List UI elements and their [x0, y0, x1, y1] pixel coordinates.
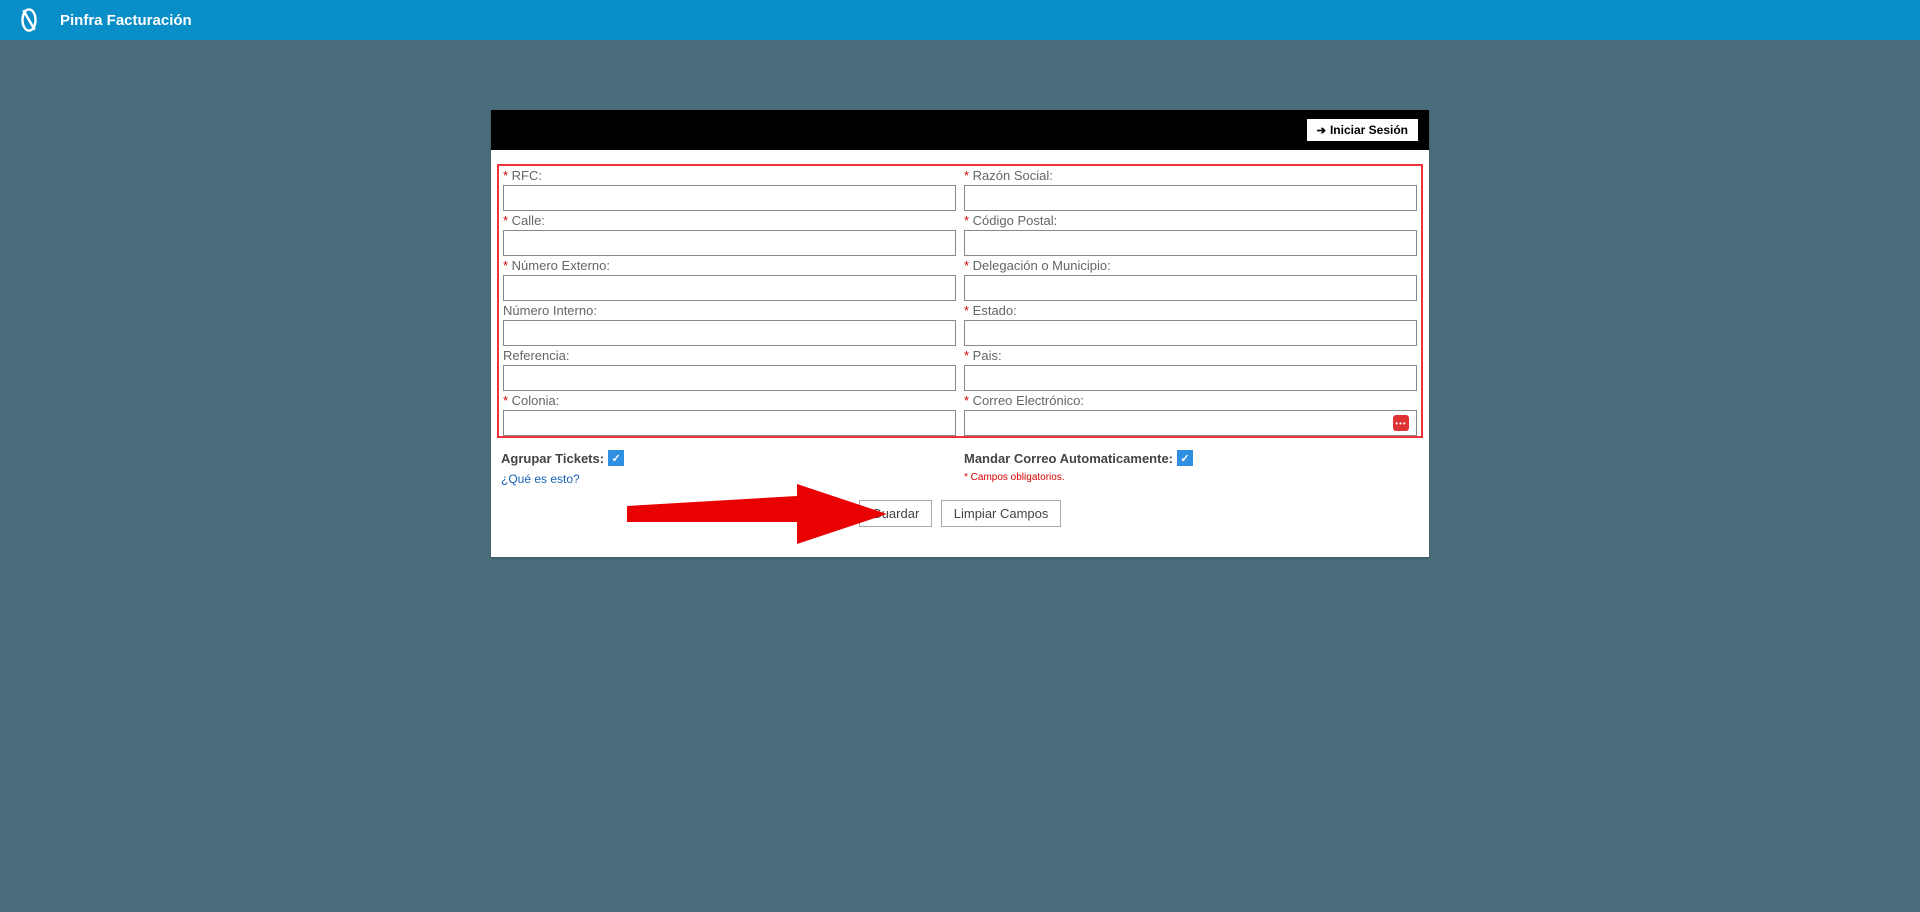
agrupar-tickets-row: Agrupar Tickets:: [501, 450, 956, 466]
field-label-deleg: * Delegación o Municipio:: [964, 258, 1417, 273]
password-manager-badge-icon[interactable]: •••: [1393, 415, 1409, 431]
field-label-calle: * Calle:: [503, 213, 956, 228]
field-label-pais: * Pais:: [964, 348, 1417, 363]
help-link[interactable]: ¿Qué es esto?: [501, 472, 956, 486]
field-label-numint: Número Interno:: [503, 303, 956, 318]
form-actions: Guardar Limpiar Campos: [497, 500, 1423, 527]
colonia-input[interactable]: [503, 410, 956, 436]
mandar-correo-checkbox[interactable]: [1177, 450, 1193, 466]
numext-input[interactable]: [503, 275, 956, 301]
rfc-input[interactable]: [503, 185, 956, 211]
annotation-arrow-icon: [627, 484, 887, 544]
field-label-colonia: * Colonia:: [503, 393, 956, 408]
login-button-label: Iniciar Sesión: [1330, 123, 1408, 137]
field-label-numext: * Número Externo:: [503, 258, 956, 273]
app-title: Pinfra Facturación: [60, 12, 192, 29]
correo-input[interactable]: [964, 410, 1417, 436]
customer-form: * RFC: * Razón Social: * Calle: * Código Po…: [497, 164, 1423, 438]
field-label-razon: * Razón Social:: [964, 168, 1417, 183]
estado-input[interactable]: [964, 320, 1417, 346]
field-label-cp: * Código Postal:: [964, 213, 1417, 228]
field-label-rfc: * RFC:: [503, 168, 956, 183]
razon-input[interactable]: [964, 185, 1417, 211]
required-fields-note: * Campos obligatorios.: [964, 472, 1419, 483]
mandar-correo-row: Mandar Correo Automaticamente:: [964, 450, 1419, 466]
login-button[interactable]: ➔ Iniciar Sesión: [1306, 118, 1419, 142]
limpiar-button[interactable]: Limpiar Campos: [941, 500, 1062, 527]
ref-input[interactable]: [503, 365, 956, 391]
guardar-button[interactable]: Guardar: [859, 500, 933, 527]
signin-arrow-icon: ➔: [1317, 124, 1326, 137]
calle-input[interactable]: [503, 230, 956, 256]
deleg-input[interactable]: [964, 275, 1417, 301]
brand-logo-icon: [16, 7, 42, 33]
agrupar-tickets-checkbox[interactable]: [608, 450, 624, 466]
field-label-ref: Referencia:: [503, 348, 956, 363]
field-label-correo: * Correo Electrónico:: [964, 393, 1417, 408]
top-bar: Pinfra Facturación: [0, 0, 1920, 40]
agrupar-tickets-label: Agrupar Tickets:: [501, 451, 604, 466]
pais-input[interactable]: [964, 365, 1417, 391]
numint-input[interactable]: [503, 320, 956, 346]
mandar-correo-label: Mandar Correo Automaticamente:: [964, 451, 1173, 466]
panel-header-bar: ➔ Iniciar Sesión: [491, 110, 1429, 150]
field-label-estado: * Estado:: [964, 303, 1417, 318]
cp-input[interactable]: [964, 230, 1417, 256]
invoice-panel: ➔ Iniciar Sesión * RFC:* Razón Social:* …: [491, 110, 1429, 557]
